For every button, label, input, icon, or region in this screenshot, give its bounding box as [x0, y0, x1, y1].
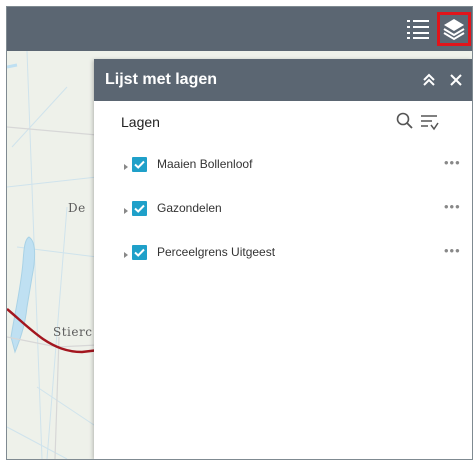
close-icon	[450, 74, 462, 86]
caret-right-icon	[124, 252, 128, 258]
layers-stack-icon	[443, 19, 465, 41]
top-toolbar	[7, 7, 472, 51]
checkmark-icon	[134, 160, 145, 169]
double-chevron-up-icon	[423, 73, 435, 86]
expand-caret[interactable]	[122, 160, 130, 172]
layer-list-panel: Lijst met lagen Lagen Maaien Bollenloof …	[94, 59, 472, 459]
checkmark-icon	[134, 204, 145, 213]
sort-filter-icon	[421, 115, 439, 131]
layer-label: Gazondelen	[157, 201, 222, 215]
expand-caret[interactable]	[122, 248, 130, 260]
search-button[interactable]	[395, 111, 415, 131]
collapse-button[interactable]	[419, 70, 439, 90]
layer-visibility-checkbox[interactable]	[132, 201, 147, 216]
close-button[interactable]	[446, 70, 466, 90]
panel-header: Lijst met lagen	[94, 59, 472, 101]
layers-section-header: Lagen	[94, 101, 472, 145]
layer-row[interactable]: Maaien Bollenloof •••	[94, 145, 472, 189]
checkmark-icon	[134, 248, 145, 257]
app-frame: De Stierc Lijst met lagen Lagen Maaien B…	[6, 6, 473, 460]
legend-button[interactable]	[401, 12, 435, 46]
map-label-stierop: Stierc	[53, 325, 93, 339]
panel-title: Lijst met lagen	[105, 71, 218, 88]
layer-options-button[interactable]: •••	[444, 243, 461, 258]
layer-options-button[interactable]: •••	[444, 155, 461, 170]
layer-row[interactable]: Gazondelen •••	[94, 189, 472, 233]
caret-right-icon	[124, 208, 128, 214]
section-label: Lagen	[121, 114, 160, 130]
layer-options-button[interactable]: •••	[444, 199, 461, 214]
layer-row[interactable]: Perceelgrens Uitgeest •••	[94, 233, 472, 277]
map-label-de: De	[68, 201, 86, 215]
layer-visibility-checkbox[interactable]	[132, 157, 147, 172]
layer-label: Perceelgrens Uitgeest	[157, 245, 276, 259]
expand-caret[interactable]	[122, 204, 130, 216]
caret-right-icon	[124, 164, 128, 170]
layer-visibility-checkbox[interactable]	[132, 245, 147, 260]
search-icon	[396, 112, 413, 129]
sort-filter-button[interactable]	[418, 111, 440, 133]
layer-label: Maaien Bollenloof	[157, 157, 253, 171]
layer-list-button[interactable]	[437, 12, 471, 46]
legend-list-icon	[407, 20, 429, 39]
